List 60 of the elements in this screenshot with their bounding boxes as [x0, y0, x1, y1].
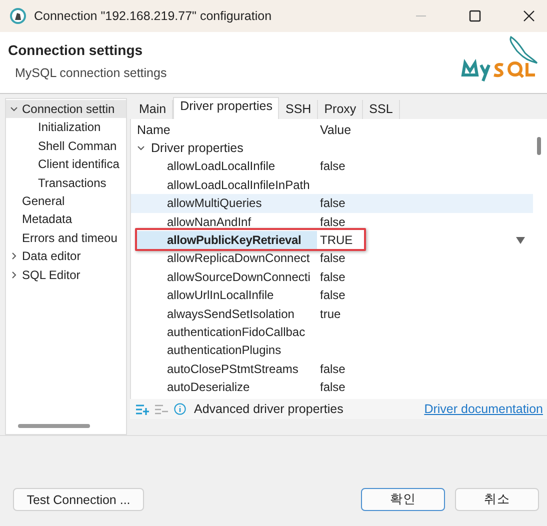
- property-name: allowNanAndInf: [166, 214, 252, 231]
- header-title: Connection settings: [8, 42, 144, 58]
- info-icon: [174, 403, 186, 415]
- tree-item[interactable]: Client identifica: [6, 155, 126, 174]
- property-name: authenticationPlugins: [166, 342, 282, 360]
- header-subtitle: MySQL connection settings: [15, 66, 168, 80]
- property-name: allowSourceDownConnecti: [166, 268, 312, 286]
- property-name: allowPublicKeyRetrieval: [137, 230, 317, 250]
- remove-list-icon[interactable]: [155, 404, 168, 414]
- property-value: false: [319, 268, 346, 286]
- selected-row[interactable]: allowMultiQueries false: [131, 194, 533, 213]
- property-name: autoClosePStmtStreams: [166, 360, 300, 378]
- tab[interactable]: Driver properties: [173, 97, 280, 119]
- property-name: alwaysSendSetIsolation: [166, 306, 296, 323]
- property-name: allowMultiQueries: [166, 195, 263, 212]
- tree-item[interactable]: Transactions: [6, 174, 126, 192]
- property-name: authenticationFidoCallbac: [166, 324, 306, 341]
- dolphin-logo-icon: [459, 35, 539, 83]
- tree-item[interactable]: Data editor: [6, 247, 126, 266]
- tree-item[interactable]: Initialization: [6, 118, 126, 137]
- app-icon: [10, 8, 26, 24]
- property-name: allowUrlInLocalInfile: [166, 287, 275, 304]
- add-list-icon[interactable]: [136, 404, 149, 414]
- chevron-icon: [10, 105, 18, 114]
- horizontal-scrollbar[interactable]: [18, 424, 90, 428]
- documentation-link[interactable]: Driver documentation: [424, 402, 543, 416]
- property-value: false: [319, 214, 346, 231]
- property-value: false: [319, 158, 346, 176]
- chevron-icon: [137, 144, 145, 152]
- chevron-icon: [10, 252, 18, 260]
- group-row[interactable]: Driver properties: [131, 139, 533, 158]
- property-value: true: [319, 306, 341, 323]
- property-name: allowLoadLocalInfile: [166, 158, 276, 176]
- property-value: false: [319, 360, 346, 378]
- window-title: Connection "192.168.219.77" configuration: [34, 9, 272, 23]
- property-name: allowLoadLocalInfileInPath: [166, 176, 311, 194]
- maximize-icon[interactable]: [469, 10, 481, 22]
- column-header[interactable]: Value: [317, 121, 352, 139]
- property-name: autoDeserialize: [166, 379, 251, 396]
- test-connection-button[interactable]: Test Connection ...: [13, 488, 144, 511]
- column-header[interactable]: Name: [131, 121, 317, 139]
- property-value: false: [319, 379, 346, 396]
- ok-button[interactable]: 확인: [361, 488, 445, 511]
- tree-item[interactable]: SQL Editor: [6, 266, 126, 284]
- property-value: false: [319, 250, 346, 268]
- cancel-button[interactable]: 취소: [455, 488, 539, 511]
- close-icon[interactable]: [523, 10, 535, 22]
- property-name: allowReplicaDownConnect: [166, 250, 311, 268]
- tree-item[interactable]: Metadata: [6, 210, 126, 229]
- chevron-icon: [10, 270, 18, 279]
- property-value: false: [319, 287, 346, 304]
- property-value: TRUE: [319, 232, 353, 249]
- info-text: Advanced driver properties: [194, 402, 344, 416]
- property-value: false: [319, 195, 346, 212]
- tree-item[interactable]: Shell Comman: [6, 136, 126, 156]
- tree-item[interactable]: General: [6, 192, 126, 210]
- tree-item[interactable]: Errors and timeou: [6, 228, 126, 248]
- tree-item[interactable]: Connection settin: [6, 100, 126, 118]
- dropdown-icon[interactable]: [516, 236, 525, 244]
- scrollbar-thumb[interactable]: [537, 137, 541, 155]
